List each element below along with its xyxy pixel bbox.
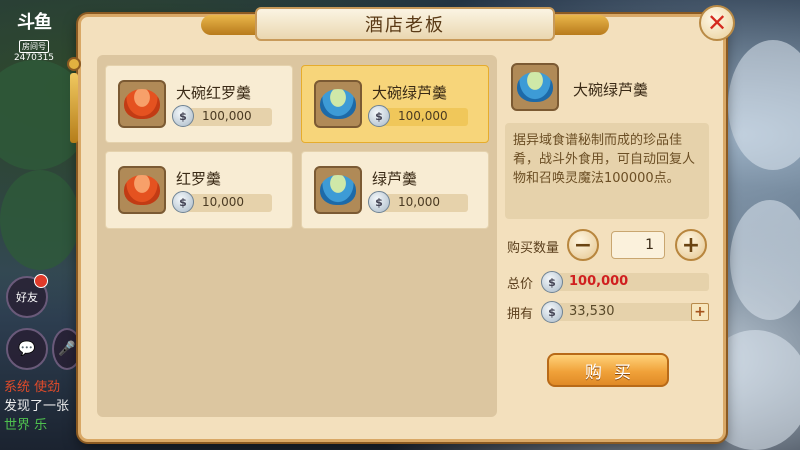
owned-value: 33,530: [569, 304, 615, 319]
soup-bowl-icon: [314, 80, 362, 128]
item-name: 红罗羹: [176, 170, 222, 188]
snowy-tree: [728, 40, 800, 170]
owned-currency-bar: $ 33,530 +: [541, 301, 709, 323]
item-name: 大碗绿芦羹: [372, 84, 448, 102]
dialog-title: 酒店老板: [255, 7, 555, 41]
plus-icon: +: [681, 232, 701, 258]
tree-foliage: [0, 170, 80, 270]
item-list: 大碗红罗羹 $ 100,000 大碗绿芦羹 $ 100,000 红罗羹 $ 10…: [97, 55, 497, 417]
chat-button[interactable]: 💬: [6, 328, 48, 370]
close-icon: ✕: [706, 9, 728, 37]
chat-line: 发现了一张: [4, 399, 70, 414]
item-name: 大碗红罗羹: [176, 84, 252, 102]
chat-line: 系统 使劲: [4, 380, 61, 395]
silver-coin-icon: $: [172, 105, 194, 127]
selected-item-icon: [511, 63, 559, 111]
quantity-input[interactable]: 1: [611, 231, 665, 259]
soup-bowl-icon: [118, 166, 166, 214]
item-card[interactable]: 大碗红罗羹 $ 100,000: [105, 65, 293, 143]
item-price: $ 10,000: [368, 191, 468, 213]
silver-coin-icon: $: [541, 271, 563, 293]
add-currency-button[interactable]: +: [691, 303, 709, 321]
stream-watermark: 斗鱼 房间号 2470315: [8, 8, 60, 63]
notification-dot: [34, 274, 48, 288]
tassel-ornament: [67, 57, 81, 157]
total-price-bar: $ 100,000: [541, 271, 709, 293]
shop-dialog: 酒店老板 ✕ 大碗红罗羹 $ 100,000 大碗绿芦羹 $ 100,000 红…: [67, 5, 735, 442]
silver-coin-icon: $: [172, 191, 194, 213]
microphone-icon: 🎤: [58, 341, 76, 357]
snowy-tree: [730, 200, 800, 320]
close-button[interactable]: ✕: [699, 5, 735, 41]
silver-coin-icon: $: [368, 105, 390, 127]
item-price: $ 100,000: [172, 105, 272, 127]
quantity-decrease-button[interactable]: −: [567, 229, 599, 261]
item-price: $ 100,000: [368, 105, 468, 127]
quantity-label: 购买数量: [507, 241, 560, 256]
chat-line: 世界 乐: [4, 418, 48, 433]
friends-label: 好友: [16, 291, 38, 304]
selected-item-name: 大碗绿芦羹: [573, 81, 649, 99]
silver-coin-icon: $: [368, 191, 390, 213]
soup-bowl-icon: [118, 80, 166, 128]
chat-log: 系统 使劲 发现了一张 世界 乐: [4, 378, 84, 435]
price-value: 10,000: [398, 195, 440, 209]
price-value: 10,000: [202, 195, 244, 209]
minus-icon: −: [573, 232, 593, 258]
silver-coin-icon: $: [541, 301, 563, 323]
room-id: 2470315: [13, 53, 55, 63]
item-description: 据异域食谱秘制而成的珍品佳肴，战斗外食用，可自动回复人物和召唤灵魔法100000…: [505, 123, 709, 219]
owned-label: 拥有: [507, 307, 534, 322]
total-price-value: 100,000: [569, 274, 629, 289]
item-name: 绿芦羹: [372, 170, 418, 188]
soup-bowl-icon: [314, 166, 362, 214]
quantity-increase-button[interactable]: +: [675, 229, 707, 261]
price-value: 100,000: [202, 109, 252, 123]
chat-bubble-icon: 💬: [18, 341, 36, 357]
room-label: 房间号: [19, 40, 49, 53]
price-value: 100,000: [398, 109, 448, 123]
item-card[interactable]: 红罗羹 $ 10,000: [105, 151, 293, 229]
brand-logo: 斗鱼: [17, 12, 52, 33]
item-price: $ 10,000: [172, 191, 272, 213]
total-price-label: 总价: [507, 277, 534, 292]
item-card-selected[interactable]: 大碗绿芦羹 $ 100,000: [301, 65, 489, 143]
item-card[interactable]: 绿芦羹 $ 10,000: [301, 151, 489, 229]
friends-button[interactable]: 好友: [6, 274, 48, 318]
buy-button[interactable]: 购买: [547, 353, 669, 387]
